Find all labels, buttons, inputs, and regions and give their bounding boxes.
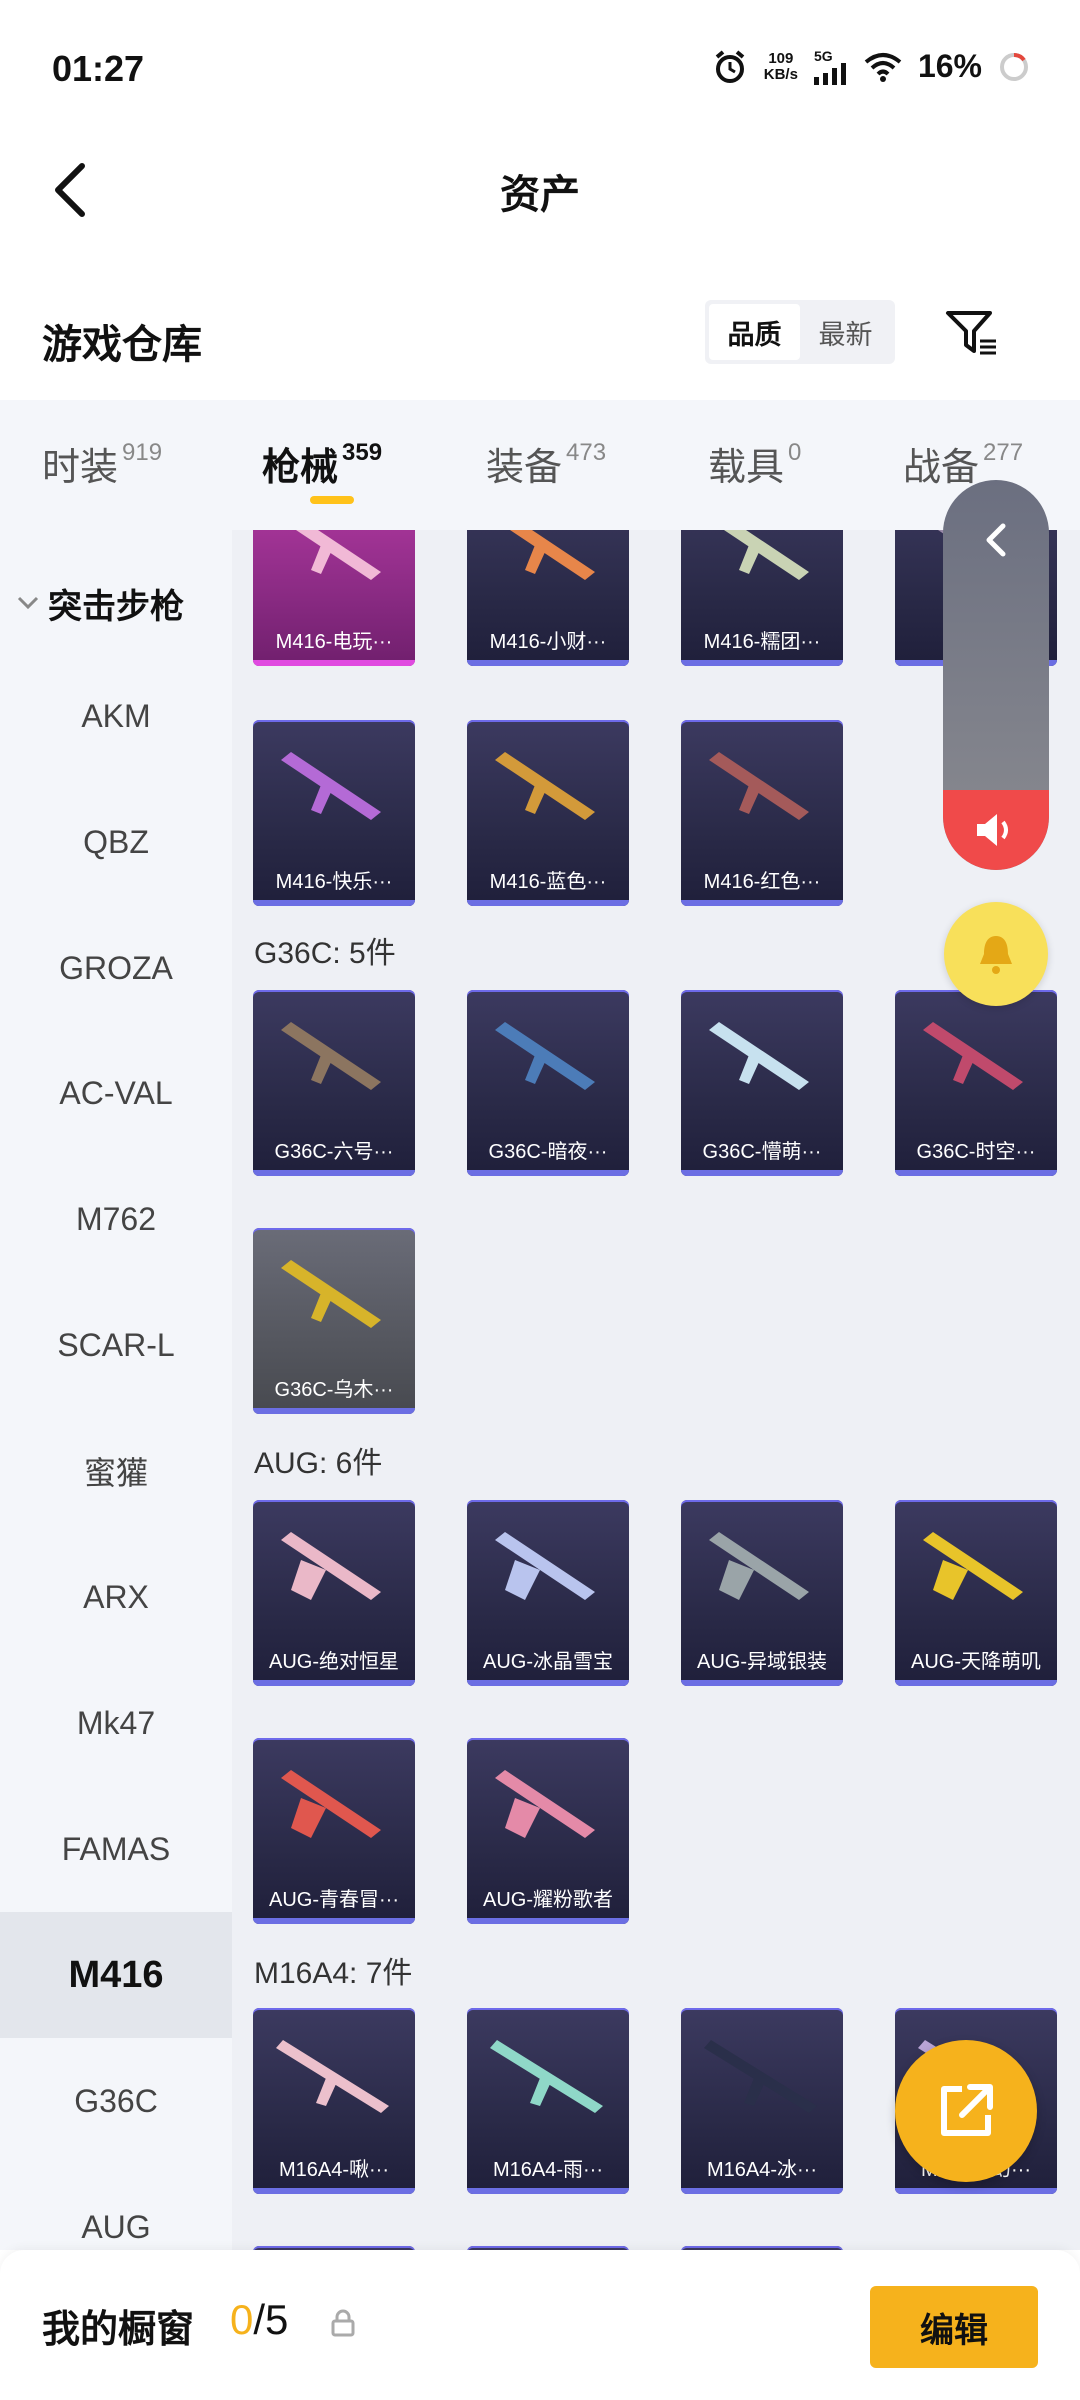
tab-underline	[310, 496, 354, 504]
rifle-icon	[495, 1022, 595, 1090]
rifle-icon	[495, 1770, 595, 1838]
share-icon	[941, 2084, 993, 2136]
sidebar-item-akm[interactable]: AKM	[0, 653, 232, 779]
tab-vehicles[interactable]: 载具 0	[708, 436, 801, 491]
filter-icon	[946, 311, 996, 355]
rifle-icon	[724, 530, 809, 580]
group-label-g36c: G36C: 5件	[254, 937, 396, 970]
skin-card[interactable]: AUG-绝对恒星	[253, 1500, 415, 1686]
skin-card[interactable]: M416-红色···	[681, 720, 843, 906]
category-tabs: 时装 919 枪械 359 装备 473 载具 0 战备 277	[0, 400, 1080, 530]
group-label-m16a4: M16A4: 7件	[254, 1957, 413, 1990]
header: 资产	[0, 140, 1080, 240]
wifi-icon	[864, 52, 902, 82]
sort-newest[interactable]: 最新	[800, 304, 891, 360]
sort-quality[interactable]: 品质	[709, 304, 800, 360]
battery-percent: 16%	[917, 48, 982, 84]
sidebar-item-m762[interactable]: M762	[0, 1156, 232, 1282]
skin-card[interactable]: M416-快乐···	[253, 720, 415, 906]
rifle-icon	[495, 752, 595, 820]
signal-icon	[813, 62, 846, 85]
skin-card[interactable]: M416-糯团···	[681, 530, 843, 666]
sidebar-item-groza[interactable]: GROZA	[0, 905, 232, 1031]
sidebar-item-m416[interactable]: M416	[0, 1912, 232, 2038]
status-bar: 01:27 109 KB/s 5G 16%	[0, 0, 1080, 140]
skin-card[interactable]: AUG-青春冒···	[253, 1738, 415, 1924]
sort-toggle: 品质 最新	[705, 300, 895, 364]
skin-card[interactable]: G36C-乌木···	[253, 1228, 415, 1414]
sidebar-group-assault-rifles[interactable]: 突击步枪	[0, 568, 232, 638]
rifle-icon	[923, 1532, 1023, 1600]
skin-card[interactable]: AUG-冰晶雪宝	[467, 1500, 629, 1686]
chevron-down-icon	[17, 596, 39, 610]
tab-fashion[interactable]: 时装 919	[42, 436, 162, 491]
skin-card[interactable]: M416-蓝色···	[467, 720, 629, 906]
edit-button[interactable]: 编辑	[870, 2286, 1038, 2368]
sidebar-item-scar-l[interactable]: SCAR-L	[0, 1282, 232, 1408]
weapon-sidebar: 突击步枪 AKM QBZ GROZA AC-VAL M762 SCAR-L 蜜獾…	[0, 530, 232, 2250]
bell-icon	[980, 936, 1012, 974]
rifle-icon	[510, 530, 595, 580]
status-time: 01:27	[52, 48, 145, 89]
filter-button[interactable]	[940, 300, 1004, 364]
rifle-icon	[296, 530, 381, 580]
sidebar-item-qbz[interactable]: QBZ	[0, 779, 232, 905]
rifle-icon	[281, 1532, 381, 1600]
skin-card[interactable]: G36C-六号···	[253, 990, 415, 1176]
showcase-bar: 我的橱窗 0/5 编辑	[0, 2250, 1080, 2400]
floating-volume-panel[interactable]	[943, 480, 1049, 870]
sidebar-item-famas[interactable]: FAMAS	[0, 1786, 232, 1912]
warehouse-header: 游戏仓库 品质 最新	[0, 290, 1080, 390]
skin-card[interactable]: G36C-时空···	[895, 990, 1057, 1176]
share-button[interactable]	[895, 2040, 1037, 2182]
rifle-icon	[923, 1022, 1023, 1090]
tab-equipment[interactable]: 装备 473	[486, 436, 606, 491]
rifle-icon	[490, 2040, 603, 2113]
network-speed: 109 KB/s	[763, 49, 798, 83]
showcase-count: 0/5	[230, 2296, 289, 2343]
rifle-icon	[704, 2040, 817, 2113]
warehouse-title: 游戏仓库	[42, 323, 202, 367]
skin-card[interactable]: AUG-耀粉歌者	[467, 1738, 629, 1924]
alarm-icon	[715, 49, 745, 83]
notification-button[interactable]	[944, 902, 1048, 1006]
group-label-aug: AUG: 6件	[254, 1447, 383, 1480]
tab-firearms[interactable]: 枪械 359	[262, 436, 382, 491]
skin-card[interactable]: M16A4-冰···	[681, 2008, 843, 2194]
rifle-icon	[281, 1260, 381, 1328]
rifle-icon	[495, 1532, 595, 1600]
sidebar-item-aug[interactable]: AUG	[0, 2164, 232, 2250]
skin-card[interactable]: AUG-异域银装	[681, 1500, 843, 1686]
rifle-icon	[281, 1022, 381, 1090]
sidebar-item-honey-badger[interactable]: 蜜獾	[0, 1408, 232, 1534]
rifle-icon	[281, 1770, 381, 1838]
speaker-icon	[977, 814, 1008, 846]
rifle-icon	[281, 752, 381, 820]
rifle-icon	[709, 752, 809, 820]
page-title: 资产	[500, 173, 580, 217]
signal-indicator: 5G	[813, 49, 848, 85]
collapse-button[interactable]	[943, 520, 1049, 560]
sidebar-item-mk47[interactable]: Mk47	[0, 1660, 232, 1786]
chevron-left-icon	[986, 523, 1006, 557]
skin-card[interactable]: AUG-天降萌叽	[895, 1500, 1057, 1686]
battery-ring-icon	[1000, 52, 1028, 81]
rifle-icon	[709, 1532, 809, 1600]
skin-card[interactable]: M16A4-雨···	[467, 2008, 629, 2194]
skin-card[interactable]: G36C-懵萌···	[681, 990, 843, 1176]
skin-card[interactable]: M416-小财···	[467, 530, 629, 666]
skin-card[interactable]: M16A4-啾···	[253, 2008, 415, 2194]
rifle-icon	[709, 1022, 809, 1090]
sidebar-item-arx[interactable]: ARX	[0, 1534, 232, 1660]
sidebar-item-g36c[interactable]: G36C	[0, 2038, 232, 2164]
sidebar-item-ac-val[interactable]: AC-VAL	[0, 1030, 232, 1156]
rifle-icon	[276, 2040, 389, 2113]
lock-icon	[331, 2309, 355, 2337]
skin-card[interactable]: G36C-暗夜···	[467, 990, 629, 1176]
skin-card[interactable]: M416-电玩···	[253, 530, 415, 666]
showcase-label: 我的橱窗	[42, 2309, 195, 2351]
status-icons: 109 KB/s 5G 16%	[712, 48, 1030, 85]
